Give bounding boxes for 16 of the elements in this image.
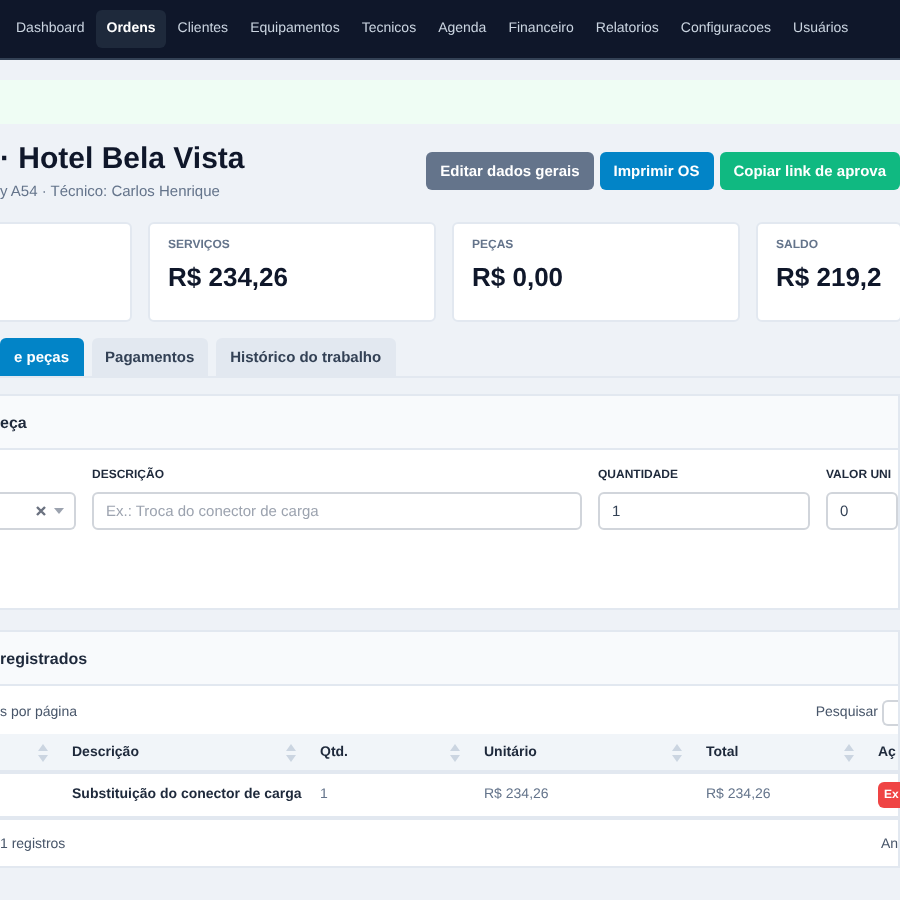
page-title: · Hotel Bela Vista [0, 141, 245, 175]
stat-value: R$ 234,26 [168, 262, 290, 292]
stat-card [0, 222, 132, 322]
search-field[interactable] [882, 699, 898, 725]
sort-icon[interactable] [450, 743, 460, 761]
caret-icon[interactable] [54, 508, 64, 514]
stat-value: R$ 0,00 [472, 262, 566, 292]
panel-title: registrados [0, 649, 88, 667]
sort-icon[interactable] [286, 743, 296, 761]
sort-icon[interactable] [844, 743, 854, 761]
clear-icon[interactable] [36, 506, 46, 516]
stat-value: R$ 219,2 [776, 262, 882, 292]
panel-title: eça [0, 413, 27, 431]
sort-icon[interactable] [38, 743, 48, 761]
sort-icon[interactable] [672, 743, 682, 761]
select-field[interactable] [0, 492, 76, 530]
